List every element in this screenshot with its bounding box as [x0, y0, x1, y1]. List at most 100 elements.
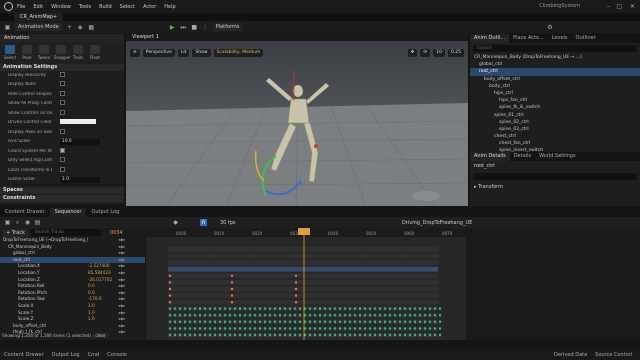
track-value[interactable]: 1.0 [88, 316, 118, 323]
outliner-row[interactable]: CR_Mannequin_Body (DropToFreehang_UE → .… [470, 54, 640, 61]
platforms-dropdown[interactable]: Platforms [212, 23, 243, 31]
tab-levels[interactable]: Levels [548, 34, 572, 43]
tab-output-log[interactable]: Output Log [86, 208, 124, 217]
track-value[interactable]: 1.0 [88, 303, 118, 310]
outliner-row[interactable]: root_ctrl [470, 68, 640, 76]
menu-file[interactable]: File [17, 4, 25, 10]
blueprint-icon[interactable]: ◈ [77, 24, 84, 31]
scalability-button[interactable]: Scalability: Medium [213, 49, 264, 57]
minimize-icon[interactable]: – [607, 3, 610, 10]
setting-checkbox[interactable] [60, 128, 65, 134]
mode-tween[interactable]: Tween [37, 44, 51, 62]
key-controls-icon[interactable]: ◂◆▸ [118, 237, 125, 244]
track-row[interactable]: Scale.Y 1.0 ◂◆▸ [0, 310, 145, 317]
save-sequence-icon[interactable]: ▣ [4, 219, 11, 226]
track-row[interactable]: Location.Y 85.584423 ◂◆▸ [0, 270, 145, 277]
key-controls-icon[interactable]: ◂◆▸ [118, 323, 125, 330]
track-row[interactable]: Rotation.Roll 0.0 ◂◆▸ [0, 283, 145, 290]
key-controls-icon[interactable]: ◂◆▸ [118, 303, 125, 310]
menu-build[interactable]: Build [99, 4, 112, 10]
setting-checkbox[interactable] [60, 157, 65, 163]
setting-checkbox[interactable] [60, 147, 65, 153]
unreal-logo-icon[interactable] [4, 2, 13, 11]
viewport-menu-icon[interactable]: ≡ [130, 49, 140, 57]
menu-select[interactable]: Select [120, 4, 135, 10]
more-icon[interactable]: ⋮ [202, 24, 209, 31]
mode-pivot[interactable]: Pivot [88, 44, 102, 62]
track-value[interactable]: -26.017702 [88, 277, 118, 284]
setting-checkbox[interactable] [60, 109, 65, 115]
menu-tools[interactable]: Tools [79, 4, 91, 10]
outliner-row[interactable]: spine_01_ctrl [470, 112, 640, 119]
setting-checkbox[interactable] [60, 100, 65, 106]
tab-place-actors[interactable]: Place Acto... [509, 34, 548, 43]
track-value[interactable]: -2.527400 [88, 263, 118, 270]
key-controls-icon[interactable]: ◂◆▸ [118, 270, 125, 277]
setting-checkbox[interactable] [60, 166, 65, 172]
animation-settings-section[interactable]: Animation Settings [0, 64, 124, 71]
setting-value-input[interactable]: 10.0 [60, 139, 100, 146]
mode-pose[interactable]: Pose [20, 44, 34, 62]
source-control-button[interactable]: Source Control [595, 352, 632, 358]
key-controls-icon[interactable]: ◂◆▸ [118, 244, 125, 251]
track-row[interactable]: Scale.X 1.0 ◂◆▸ [0, 303, 145, 310]
outliner-row[interactable]: body_ctrl [470, 83, 640, 90]
menu-help[interactable]: Help [164, 4, 175, 10]
track-row[interactable]: root_ctrl ◂◆▸ [0, 256, 145, 264]
track-value[interactable] [88, 250, 118, 257]
tab-world-settings[interactable]: World Settings [535, 152, 579, 161]
tab-outliner[interactable]: Outliner [572, 34, 600, 43]
setting-value-input[interactable]: 1.0 [60, 177, 100, 184]
grid-snap-value[interactable]: 10 [433, 49, 445, 57]
show-button[interactable]: Show [192, 49, 211, 57]
setting-checkbox[interactable] [60, 81, 65, 87]
mode-trails[interactable]: Trails [71, 44, 85, 62]
track-row[interactable]: Rotation.Yaw -170.0 ◂◆▸ [0, 296, 145, 303]
console-input[interactable]: Console [107, 352, 127, 358]
menu-window[interactable]: Window [51, 4, 71, 10]
key-controls-icon[interactable]: ◂◆▸ [118, 290, 125, 297]
viewport-tab[interactable]: Viewport 1 [126, 34, 159, 40]
track-search-input[interactable]: Search Tracks [30, 229, 101, 236]
key-icon[interactable]: ◆ [172, 219, 179, 226]
key-controls-icon[interactable]: ◂◆▸ [118, 277, 125, 284]
track-value[interactable]: 85.584423 [88, 270, 118, 277]
stop-icon[interactable]: ■ [191, 24, 198, 31]
key-controls-icon[interactable]: ◂◆▸ [118, 283, 125, 290]
track-value[interactable]: -170.0 [88, 296, 118, 303]
track-value[interactable] [88, 257, 118, 264]
add-icon[interactable]: + [66, 24, 73, 31]
outliner-row[interactable]: global_ctrl [470, 61, 640, 68]
play-icon[interactable]: ▶ [169, 24, 176, 31]
track-value[interactable]: 0.0 [88, 290, 118, 297]
outliner-row[interactable]: body_offset_ctrl [470, 76, 640, 83]
menu-actor[interactable]: Actor [143, 4, 156, 10]
color-swatch[interactable] [60, 119, 96, 125]
scale-snap-value[interactable]: 0.25 [447, 49, 464, 57]
viewport[interactable]: ≡ Perspective Lit Show Scalability: Medi… [126, 41, 468, 206]
track-row[interactable]: DropToFreehang_UE (→DropToFreehang_UE) ◂◆… [0, 237, 145, 244]
outliner-row[interactable]: spine_02_ctrl [470, 119, 640, 126]
rotate-icon[interactable]: ⟳ [420, 49, 431, 57]
save-icon[interactable]: ▣ [4, 24, 11, 31]
maximize-icon[interactable]: □ [616, 3, 622, 10]
track-row[interactable]: CR_Mannequin_Body ◂◆▸ [0, 244, 145, 251]
outliner-search-input[interactable]: Search [473, 45, 637, 52]
tab-sequencer[interactable]: Sequencer [49, 208, 87, 217]
cinematics-icon[interactable]: ▦ [88, 24, 95, 31]
key-controls-icon[interactable]: ◂◆▸ [118, 257, 125, 264]
setting-checkbox[interactable] [60, 71, 65, 77]
key-controls-icon[interactable]: ◂◆▸ [118, 316, 125, 323]
move-icon[interactable]: ✥ [407, 49, 418, 57]
skip-icon[interactable]: ⏭ [180, 24, 187, 31]
track-value[interactable] [88, 244, 118, 251]
outliner-row[interactable]: chest_fan_ctrl [470, 140, 640, 147]
perspective-button[interactable]: Perspective [142, 49, 175, 57]
key-controls-icon[interactable]: ◂◆▸ [118, 250, 125, 257]
key-controls-icon[interactable]: ◂◆▸ [118, 296, 125, 303]
lit-button[interactable]: Lit [177, 49, 190, 57]
outliner-row[interactable]: hips_fan_ctrl [470, 97, 640, 104]
content-drawer-button[interactable]: Content Drawer [4, 352, 44, 358]
timeline[interactable]: 000000100020003000400050006000700080 [146, 228, 466, 340]
track-row[interactable]: Rotation.Pitch 0.0 ◂◆▸ [0, 290, 145, 297]
